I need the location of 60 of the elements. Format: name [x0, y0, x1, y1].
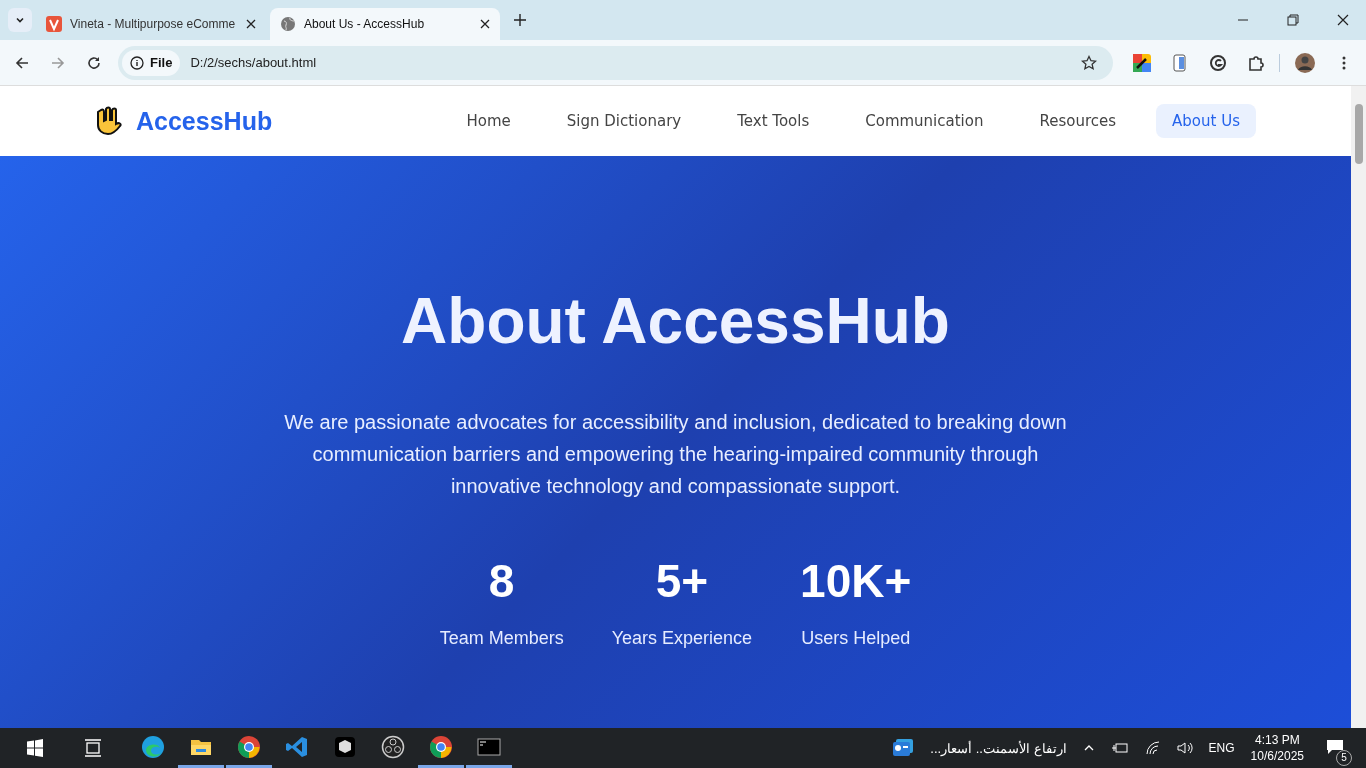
- stat-label: Users Helped: [801, 628, 911, 649]
- close-icon[interactable]: [246, 19, 256, 29]
- battery-icon[interactable]: [1110, 741, 1129, 755]
- hero-description: We are passionate advocates for accessibility and inclusion, dedicated to breaking down communication barriers and empowering the hearing-impaired community through innovative technology and compassionate support.: [283, 410, 1068, 499]
- restore-icon[interactable]: [1287, 14, 1299, 26]
- browser-tab[interactable]: Vineta - Multipurpose eComme: [36, 8, 266, 40]
- notification-icon[interactable]: [1326, 738, 1344, 755]
- site-logo[interactable]: AccessHub: [136, 106, 273, 136]
- new-tab-icon[interactable]: [514, 14, 526, 26]
- extensions-icon[interactable]: [1247, 53, 1265, 72]
- scheme-label: File: [150, 55, 173, 70]
- stat-label: Years Experience: [611, 628, 753, 649]
- chrome-icon: [429, 734, 453, 759]
- phone-icon[interactable]: [1171, 53, 1189, 72]
- stat-label: Team Members: [439, 628, 564, 649]
- nav-link[interactable]: Communication: [849, 104, 1000, 138]
- news-headline[interactable]: ارتفاع الأسمنت.. أسعار...: [930, 740, 1067, 756]
- scrollbar[interactable]: [1351, 86, 1366, 728]
- site-info-chip[interactable]: File: [122, 49, 181, 76]
- globe-icon: [280, 16, 296, 32]
- url-text: D:/2/sechs/about.html: [190, 55, 317, 70]
- swirl-icon: [141, 734, 165, 759]
- stat-value: 10K+: [800, 554, 912, 608]
- reload-icon[interactable]: [86, 54, 102, 71]
- stat-value: 5+: [655, 554, 709, 608]
- volume-icon[interactable]: [1176, 741, 1193, 755]
- site-logo-icon: [46, 16, 62, 32]
- tab-title: About Us - AccessHub: [304, 17, 426, 31]
- language-indicator[interactable]: ENG: [1208, 741, 1235, 755]
- news-icon[interactable]: [892, 738, 915, 758]
- hand-sign-icon: [96, 106, 124, 136]
- hero-title: About AccessHub: [401, 284, 950, 358]
- back-arrow-icon[interactable]: [14, 54, 30, 71]
- tab-title: Vineta - Multipurpose eComme: [70, 17, 237, 31]
- color-picker-icon[interactable]: [1133, 53, 1151, 72]
- star-icon[interactable]: [1081, 54, 1097, 71]
- task-view-icon[interactable]: [84, 739, 102, 757]
- notification-count: 5: [1336, 749, 1352, 766]
- tab-search-button[interactable]: [8, 8, 32, 32]
- chrome-icon: [237, 734, 261, 759]
- clock-time[interactable]: 4:13 PM: [1254, 732, 1300, 748]
- wifi-icon[interactable]: [1144, 741, 1161, 755]
- browser-tab[interactable]: About Us - AccessHub: [270, 8, 500, 40]
- nav-link[interactable]: Text Tools: [721, 104, 826, 138]
- stat-value: 8: [488, 554, 515, 608]
- clock-date[interactable]: 10/6/2025: [1250, 748, 1304, 764]
- close-icon[interactable]: [1337, 14, 1349, 26]
- info-icon: [130, 55, 144, 70]
- record-icon: [381, 734, 405, 759]
- forward-arrow-icon[interactable]: [50, 54, 66, 71]
- address-bar[interactable]: File D:/2/sechs/about.html: [118, 45, 1113, 80]
- nav-link[interactable]: Home: [450, 104, 527, 138]
- nav-link[interactable]: Resources: [1023, 104, 1133, 138]
- cube-icon: [333, 734, 357, 759]
- nav-link[interactable]: About Us: [1156, 104, 1256, 138]
- windows-start-icon[interactable]: [26, 739, 44, 757]
- close-icon[interactable]: [480, 19, 490, 29]
- profile-avatar[interactable]: [1294, 51, 1316, 74]
- code-editor-icon: [285, 734, 309, 759]
- nav-link[interactable]: Sign Dictionary: [550, 104, 698, 138]
